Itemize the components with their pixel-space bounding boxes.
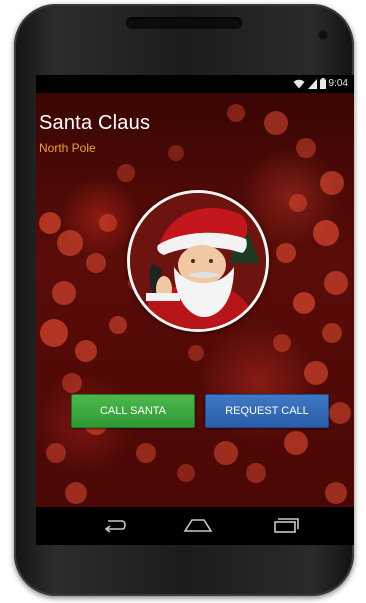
app-content: Santa Claus North Pole CALL SANTA REQUES… — [36, 93, 354, 507]
battery-icon — [319, 78, 326, 89]
status-bar: 9:04 — [36, 75, 354, 93]
wifi-icon — [293, 79, 305, 88]
request-call-button[interactable]: REQUEST CALL — [205, 394, 329, 428]
earpiece-speaker — [126, 17, 242, 29]
device-screen: 9:04 Santa Claus North Pole CALL SANTA R… — [36, 75, 354, 545]
contact-location: North Pole — [39, 141, 96, 155]
home-icon[interactable] — [182, 517, 214, 533]
front-camera — [318, 30, 328, 40]
recent-apps-icon[interactable] — [272, 517, 300, 533]
back-icon[interactable] — [102, 517, 128, 533]
cell-signal-icon — [307, 78, 317, 89]
santa-avatar — [127, 190, 269, 332]
phone-frame: 9:04 Santa Claus North Pole CALL SANTA R… — [14, 4, 354, 596]
navigation-bar — [36, 507, 354, 545]
status-time: 9:04 — [328, 78, 348, 89]
call-santa-button[interactable]: CALL SANTA — [71, 394, 195, 428]
contact-name: Santa Claus — [39, 112, 151, 134]
